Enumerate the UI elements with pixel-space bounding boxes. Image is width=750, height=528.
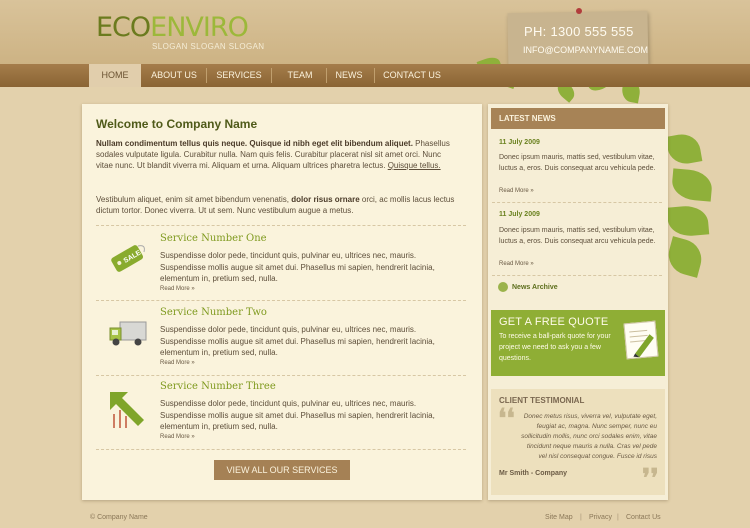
email-address[interactable]: INFO@COMPANYNAME.COM — [523, 45, 648, 55]
phone-number: PH: 1300 555 555 — [524, 24, 634, 39]
leaf-icon — [665, 131, 703, 167]
leaf-icon — [670, 168, 714, 202]
intro-paragraph: Nullam condimentum tellus quis neque. Qu… — [96, 138, 456, 171]
intro-bold: Nullam condimentum tellus quis neque. Qu… — [96, 139, 413, 148]
read-more-link[interactable]: Read More » — [160, 286, 195, 292]
leaf-icon — [666, 204, 710, 238]
testimonial-text: Donec metus risus, viverra vel, vulputat… — [521, 413, 657, 460]
footer-link-sitemap[interactable]: Site Map — [545, 514, 573, 521]
logo-part-enviro: ENVIRO — [150, 12, 249, 43]
service-title[interactable]: Service Number Three — [160, 381, 276, 392]
intro-link[interactable]: Quisque tellus. — [388, 161, 441, 170]
nav-divider — [326, 68, 327, 83]
news-text: Donec ipsum mauris, mattis sed, vestibul… — [499, 227, 656, 245]
pin-icon — [576, 8, 582, 14]
service-title[interactable]: Service Number Two — [160, 307, 267, 318]
footer-link-contact[interactable]: Contact Us — [626, 514, 661, 521]
nav-about-us[interactable]: ABOUT US — [146, 64, 202, 87]
copyright: © Company Name — [90, 514, 148, 521]
nav-contact-us[interactable]: CONTACT US — [380, 64, 444, 87]
view-all-services-button[interactable]: VIEW ALL OUR SERVICES — [214, 460, 350, 480]
news-divider — [492, 202, 662, 203]
latest-news-heading: LATEST NEWS — [491, 108, 665, 129]
news-date: 11 July 2009 — [499, 211, 540, 218]
read-more-link[interactable]: Read More » — [160, 360, 195, 366]
footer-link-privacy[interactable]: Privacy — [589, 514, 612, 521]
second-paragraph: Vestibulum aliquet, enim sit amet bibend… — [96, 194, 456, 216]
service-divider — [96, 449, 466, 450]
testimonial-author: Mr Smith - Company — [499, 470, 568, 477]
sale-tag-icon: SALE — [108, 238, 148, 278]
nav-divider — [271, 68, 272, 83]
para2-text-a: Vestibulum aliquet, enim sit amet bibend… — [96, 195, 292, 204]
leaf-icon — [664, 236, 706, 278]
news-divider — [492, 275, 662, 276]
free-quote-text: To receive a ball-park quote for your pr… — [499, 333, 611, 362]
nav-divider — [374, 68, 375, 83]
para2-bold: dolor risus ornare — [291, 195, 360, 204]
close-quote-icon: ❜❜ — [642, 464, 659, 494]
logo-part-eco: ECO — [96, 12, 151, 43]
slogan: SLOGAN SLOGAN SLOGAN — [152, 42, 265, 51]
footer-divider: | — [580, 514, 582, 521]
page-title: Welcome to Company Name — [96, 117, 258, 131]
notepad-pencil-icon — [623, 320, 659, 360]
news-text: Donec ipsum mauris, mattis sed, vestibul… — [499, 154, 656, 172]
news-read-more-link[interactable]: Read More » — [499, 261, 534, 267]
growth-arrow-icon — [108, 390, 148, 430]
nav-team[interactable]: TEAM — [278, 64, 322, 87]
service-divider — [96, 375, 466, 376]
free-quote-title: GET A FREE QUOTE — [499, 316, 609, 328]
service-title[interactable]: Service Number One — [160, 233, 267, 244]
service-text: Suspendisse dolor pede, tincidunt quis, … — [160, 399, 435, 431]
nav-home[interactable]: HOME — [89, 64, 141, 87]
logo[interactable]: ECOENVIRO — [96, 12, 249, 43]
open-quote-icon: ❛❛ — [498, 404, 515, 434]
service-text: Suspendisse dolor pede, tincidunt quis, … — [160, 325, 435, 357]
archive-icon — [498, 282, 508, 292]
service-divider — [96, 225, 466, 226]
news-date: 11 July 2009 — [499, 139, 540, 146]
nav-services[interactable]: SERVICES — [212, 64, 266, 87]
nav-divider — [206, 68, 207, 83]
nav-news[interactable]: NEWS — [331, 64, 367, 87]
read-more-link[interactable]: Read More » — [160, 434, 195, 440]
service-text: Suspendisse dolor pede, tincidunt quis, … — [160, 251, 435, 283]
truck-icon — [108, 318, 148, 358]
service-divider — [96, 300, 466, 301]
news-read-more-link[interactable]: Read More » — [499, 188, 534, 194]
news-archive-link[interactable]: News Archive — [512, 284, 558, 291]
footer-divider: | — [617, 514, 619, 521]
